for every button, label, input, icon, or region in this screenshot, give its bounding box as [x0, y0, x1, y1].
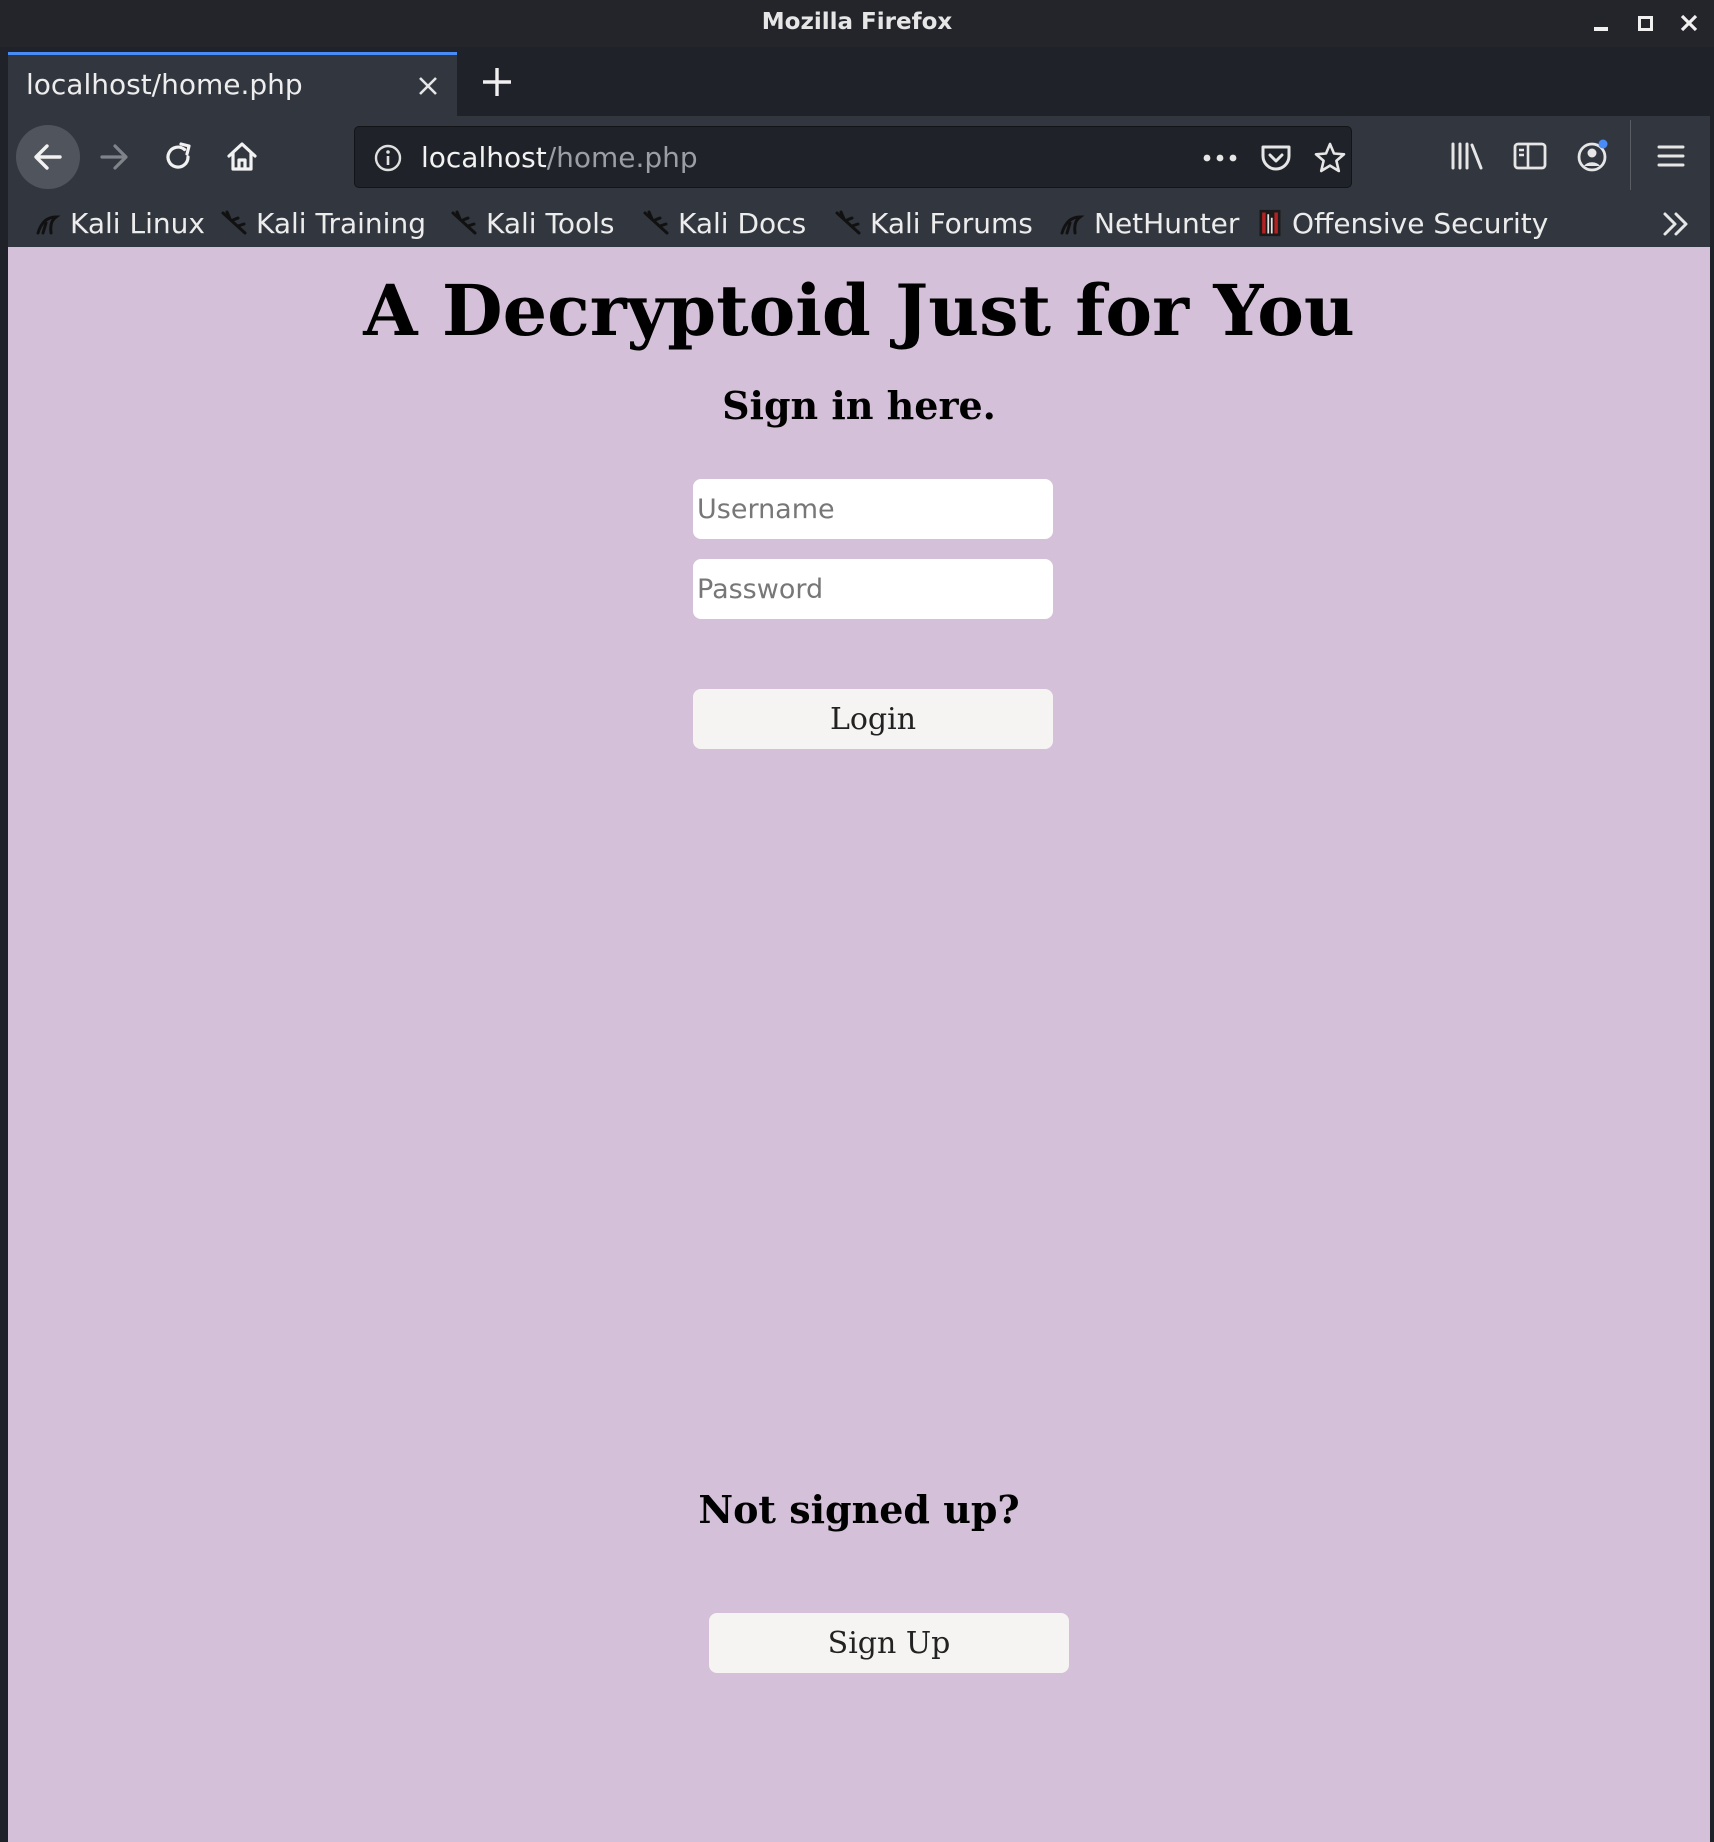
close-icon	[1680, 14, 1698, 32]
library-icon	[1451, 142, 1483, 170]
account-button[interactable]	[1573, 136, 1613, 176]
toolbar-row: localhost/home.php	[8, 116, 1710, 198]
toolbar-divider	[1630, 120, 1631, 190]
username-input[interactable]	[693, 479, 1053, 539]
not-signed-up-heading: Not signed up?	[698, 1487, 1020, 1532]
page-actions-button[interactable]	[1201, 139, 1239, 177]
account-icon	[1577, 139, 1608, 172]
page-content: A Decryptoid Just for You Sign in here. …	[8, 247, 1710, 1842]
more-bookmarks-button[interactable]	[1660, 208, 1692, 240]
tab-label: localhost/home.php	[26, 68, 303, 101]
tab-strip: localhost/home.php	[8, 52, 1710, 116]
page-title: A Decryptoid Just for You	[363, 269, 1355, 352]
signup-button[interactable]: Sign Up	[709, 1613, 1069, 1673]
pocket-button[interactable]	[1257, 139, 1295, 177]
bookmark-label: Kali Tools	[486, 206, 615, 240]
password-input[interactable]	[693, 559, 1053, 619]
bookmark-kali-docs[interactable]: Kali Docs	[642, 198, 806, 248]
forward-button[interactable]	[82, 125, 146, 189]
ellipsis-icon	[1203, 154, 1237, 162]
arrow-right-icon	[100, 144, 128, 170]
bookmark-label: Kali Training	[256, 206, 426, 240]
bookmark-offensive-security[interactable]: Offensive Security	[1256, 198, 1548, 248]
sidebar-button[interactable]	[1510, 136, 1550, 176]
signin-heading: Sign in here.	[722, 383, 996, 428]
url-path: /home.php	[546, 141, 698, 174]
kali-dragon-icon	[1060, 215, 1085, 235]
kali-dragon-icon	[451, 210, 477, 235]
star-icon	[1314, 142, 1346, 173]
kali-dragon-icon	[643, 210, 669, 235]
browser-window: Mozilla Firefox localhost/home.php local…	[0, 0, 1714, 1842]
reload-button[interactable]	[146, 125, 210, 189]
bookmark-kali-tools[interactable]: Kali Tools	[450, 198, 614, 248]
pocket-icon	[1261, 145, 1291, 171]
kali-dragon-icon	[36, 215, 61, 235]
bookmark-label: Kali Forums	[870, 206, 1033, 240]
close-icon	[419, 77, 437, 95]
info-icon	[374, 144, 402, 172]
kali-dragon-icon	[221, 210, 247, 235]
window-title: Mozilla Firefox	[761, 9, 953, 35]
menu-button[interactable]	[1651, 136, 1691, 176]
tab-close-button[interactable]	[415, 73, 441, 99]
bookmark-kali-forums[interactable]: Kali Forums	[834, 198, 1033, 248]
title-bar: Mozilla Firefox	[0, 0, 1714, 47]
chevron-double-right-icon	[1663, 212, 1688, 236]
bookmark-label: Kali Linux	[70, 206, 205, 240]
back-button[interactable]	[16, 125, 80, 189]
plus-icon	[483, 68, 511, 96]
bookmark-star-button[interactable]	[1311, 139, 1349, 177]
minimize-button[interactable]	[1586, 8, 1616, 38]
url-bar[interactable]: localhost/home.php	[354, 126, 1352, 188]
maximize-button[interactable]	[1630, 8, 1660, 38]
home-button[interactable]	[210, 125, 274, 189]
bookmarks-toolbar: Kali Linux Kali Training Kali Tools Kali…	[8, 198, 1710, 248]
bookmark-nethunter[interactable]: NetHunter	[1058, 198, 1239, 248]
home-icon	[227, 142, 257, 171]
close-window-button[interactable]	[1674, 8, 1704, 38]
minimize-icon	[1594, 27, 1608, 31]
bookmark-label: Offensive Security	[1292, 206, 1549, 240]
offsec-icon	[1259, 209, 1281, 237]
url-host: localhost	[421, 141, 547, 174]
url-text: localhost/home.php	[421, 141, 698, 174]
bookmark-kali-training[interactable]: Kali Training	[220, 198, 426, 248]
bookmark-label: NetHunter	[1094, 206, 1240, 240]
site-info-icon[interactable]	[369, 139, 407, 177]
kali-dragon-icon	[835, 210, 861, 235]
new-tab-button[interactable]	[475, 60, 519, 104]
bookmark-kali-linux[interactable]: Kali Linux	[34, 198, 205, 248]
reload-icon	[166, 142, 191, 169]
login-button[interactable]: Login	[693, 689, 1053, 749]
tab-active[interactable]: localhost/home.php	[8, 52, 457, 116]
library-button[interactable]	[1447, 136, 1487, 176]
hamburger-menu-icon	[1657, 145, 1685, 167]
maximize-icon	[1637, 15, 1653, 31]
arrow-left-icon	[34, 144, 62, 170]
bookmark-label: Kali Docs	[678, 206, 807, 240]
sidebar-icon	[1513, 142, 1547, 170]
